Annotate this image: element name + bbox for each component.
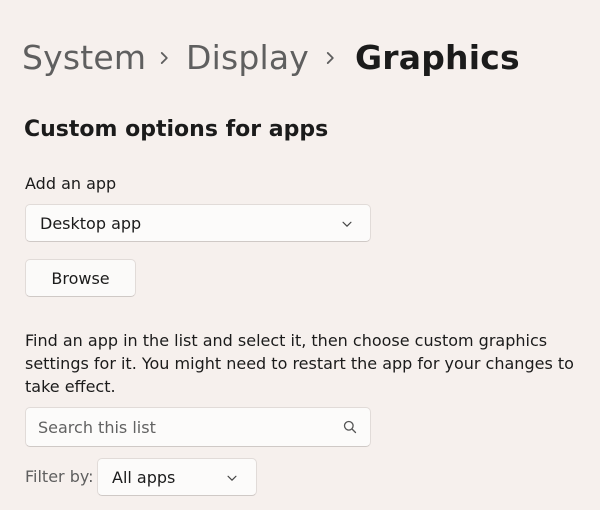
chevron-right-icon [160,52,168,64]
browse-button[interactable]: Browse [25,259,136,297]
breadcrumb-item-display[interactable]: Display [186,36,309,80]
chevron-down-icon [227,475,237,481]
browse-button-label: Browse [51,268,110,288]
search-box[interactable] [25,407,371,447]
breadcrumb-item-system[interactable]: System [22,36,146,80]
filter-selected-value: All apps [112,467,176,487]
chevron-down-icon [342,221,352,227]
app-type-selected-value: Desktop app [40,213,142,233]
search-input[interactable] [38,417,336,437]
search-icon[interactable] [342,419,358,435]
app-type-dropdown[interactable]: Desktop app [25,204,371,242]
filter-dropdown[interactable]: All apps [97,458,257,496]
add-app-label: Add an app [25,174,117,193]
filter-label: Filter by: [25,467,94,486]
page-title: Graphics [355,38,520,77]
chevron-right-icon [326,52,334,64]
description-text: Find an app in the list and select it, t… [25,331,574,396]
section-title-custom-options: Custom options for apps [24,117,329,142]
